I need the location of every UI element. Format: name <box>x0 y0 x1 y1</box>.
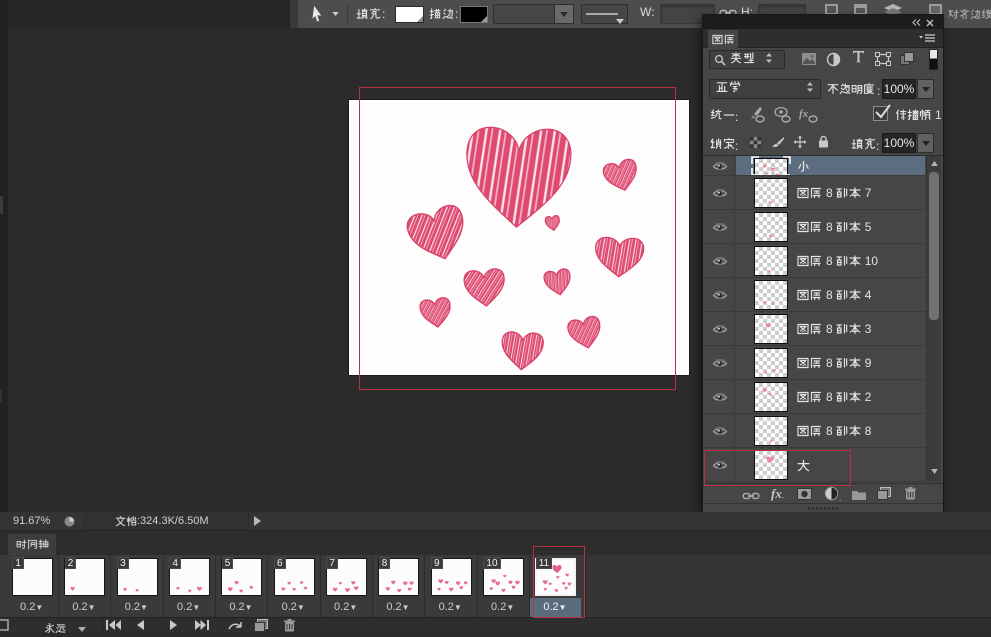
svg-text:fx: fx <box>799 108 809 120</box>
